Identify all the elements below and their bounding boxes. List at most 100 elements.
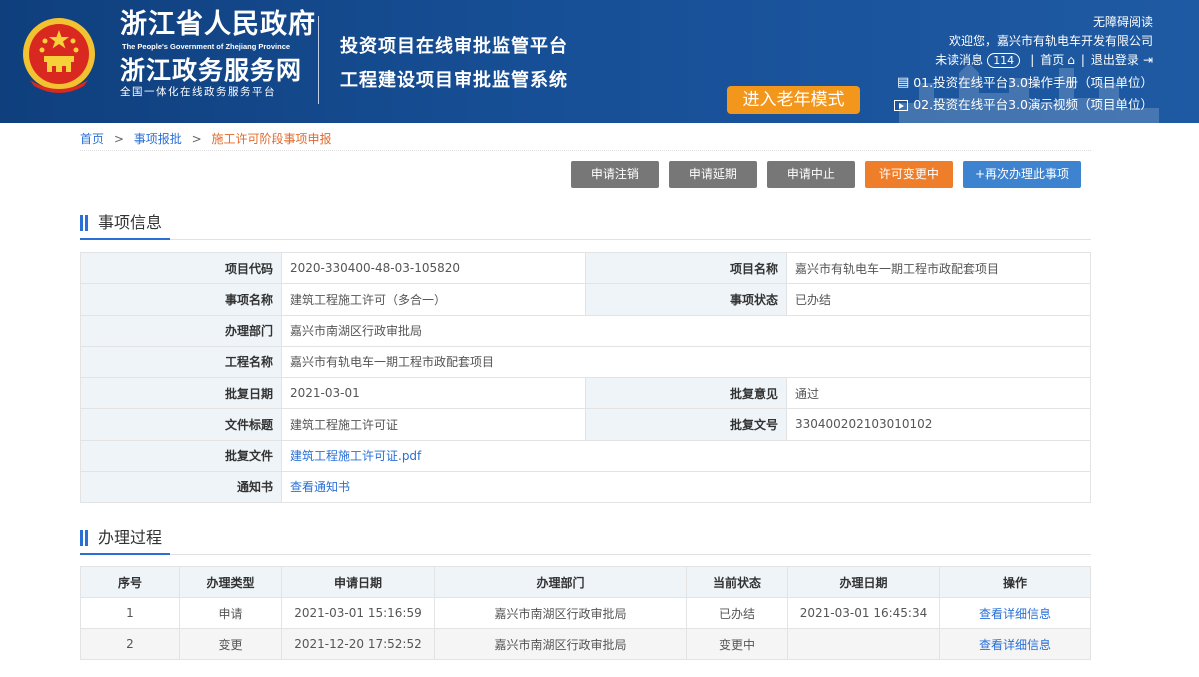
elder-mode-button[interactable]: 进入老年模式 [727, 86, 860, 114]
home-icon[interactable]: ⌂ [1067, 51, 1075, 70]
action-bar: 申请注销 申请延期 申请中止 许可变更中 +再次办理此事项 [570, 161, 1081, 188]
dept-label: 办理部门 [80, 314, 282, 347]
video-link-row[interactable]: 02.投资在线平台3.0演示视频（项目单位） [894, 94, 1153, 116]
accessibility-link[interactable]: 无障碍阅读 [1093, 13, 1153, 32]
col-header-apply-date: 申请日期 [281, 566, 435, 598]
document-icon: ▤ [896, 75, 910, 90]
doc-title-label: 文件标题 [80, 408, 282, 441]
apply-cancel-button[interactable]: 申请注销 [570, 161, 659, 188]
process-section-header: 办理过程 [80, 522, 1091, 555]
gov-title: 浙江省人民政府 [120, 9, 316, 40]
government-brand: 浙江省人民政府 The People's Government of Zheji… [120, 8, 316, 99]
col-header-type: 办理类型 [179, 566, 282, 598]
view-detail-link[interactable]: 查看详细信息 [979, 607, 1051, 621]
logout-link[interactable]: 退出登录 [1091, 51, 1139, 70]
info-row: 批复日期 2021-03-01 批复意见 通过 [80, 376, 1091, 410]
item-name-value: 建筑工程施工许可（多合一） [281, 283, 586, 316]
platform-title-line1: 投资项目在线审批监管平台 [340, 36, 568, 57]
info-row: 项目代码 2020-330400-48-03-105820 项目名称 嘉兴市有轨… [80, 251, 1091, 285]
separator: | [1080, 53, 1085, 67]
approve-file-label: 批复文件 [80, 439, 282, 472]
platform-title-line2: 工程建设项目审批监管系统 [340, 70, 568, 91]
doc-number-label: 批复文号 [585, 408, 787, 441]
cell-dept: 嘉兴市南湖区行政审批局 [434, 628, 687, 660]
home-link[interactable]: 首页 [1040, 51, 1064, 70]
cell-apply-date: 2021-03-01 15:16:59 [281, 597, 435, 629]
col-header-operation: 操作 [939, 566, 1091, 598]
unread-messages-link[interactable]: 未读消息 [935, 51, 983, 70]
manual-link[interactable]: 01.投资在线平台3.0操作手册（项目单位） [913, 72, 1153, 94]
approve-date-value: 2021-03-01 [281, 376, 586, 410]
national-emblem-icon [23, 18, 95, 93]
breadcrumb: 首页 > 事项报批 > 施工许可阶段事项申报 [80, 130, 331, 147]
approve-file-link[interactable]: 建筑工程施工许可证.pdf [290, 449, 421, 463]
breadcrumb-separator: > [113, 132, 124, 146]
welcome-text: 欢迎您，嘉兴市有轨电车开发有限公司 [948, 34, 1153, 48]
table-row: 2 变更 2021-12-20 17:52:52 嘉兴市南湖区行政审批局 变更中… [80, 628, 1091, 660]
info-row: 办理部门 嘉兴市南湖区行政审批局 [80, 314, 1091, 347]
project-code-label: 项目代码 [80, 251, 282, 285]
section-bar-icon [80, 214, 88, 231]
view-notice-link[interactable]: 查看通知书 [290, 480, 350, 494]
col-header-handle-date: 办理日期 [787, 566, 940, 598]
dept-value: 嘉兴市南湖区行政审批局 [281, 314, 1091, 347]
cell-index: 2 [80, 628, 180, 660]
info-row: 通知书 查看通知书 [80, 470, 1091, 504]
approve-date-label: 批复日期 [80, 376, 282, 410]
gov-title-en: The People's Government of Zhejiang Prov… [122, 42, 291, 51]
project-name-label: 项目名称 [585, 251, 787, 285]
doc-title-value: 建筑工程施工许可证 [281, 408, 586, 441]
manual-link-row[interactable]: ▤ 01.投资在线平台3.0操作手册（项目单位） [894, 72, 1153, 94]
info-section-title: 事项信息 [98, 212, 163, 232]
platform-title: 投资项目在线审批监管平台 工程建设项目审批监管系统 [340, 30, 568, 98]
permit-changing-button[interactable]: 许可变更中 [864, 161, 953, 188]
site-header: 浙江省人民政府 The People's Government of Zheji… [0, 0, 1199, 123]
breadcrumb-current: 施工许可阶段事项申报 [211, 132, 332, 146]
section-bar-icon [80, 529, 88, 546]
col-header-dept: 办理部门 [434, 566, 687, 598]
cell-type: 变更 [179, 628, 282, 660]
process-section-title: 办理过程 [98, 527, 163, 547]
info-section-header: 事项信息 [80, 207, 1091, 240]
unread-count-badge[interactable]: 114 [987, 53, 1021, 68]
item-status-value: 已办结 [786, 283, 1091, 316]
engineering-name-value: 嘉兴市有轨电车一期工程市政配套项目 [281, 345, 1091, 379]
cell-apply-date: 2021-12-20 17:52:52 [281, 628, 435, 660]
info-row: 工程名称 嘉兴市有轨电车一期工程市政配套项目 [80, 345, 1091, 379]
project-code-value: 2020-330400-48-03-105820 [281, 251, 586, 285]
redo-item-button[interactable]: +再次办理此事项 [962, 161, 1081, 188]
item-status-label: 事项状态 [585, 283, 787, 316]
service-subtitle: 全国一体化在线政务服务平台 [120, 86, 276, 98]
col-header-status: 当前状态 [686, 566, 788, 598]
cell-type: 申请 [179, 597, 282, 629]
info-row: 事项名称 建筑工程施工许可（多合一） 事项状态 已办结 [80, 283, 1091, 316]
approve-opinion-label: 批复意见 [585, 376, 787, 410]
breadcrumb-divider [80, 150, 1091, 151]
view-detail-link[interactable]: 查看详细信息 [979, 638, 1051, 652]
process-table: 序号 办理类型 申请日期 办理部门 当前状态 办理日期 操作 1 申请 2021… [80, 566, 1091, 660]
process-header-row: 序号 办理类型 申请日期 办理部门 当前状态 办理日期 操作 [80, 566, 1091, 598]
breadcrumb-home[interactable]: 首页 [80, 132, 104, 146]
user-panel: 无障碍阅读 欢迎您，嘉兴市有轨电车开发有限公司 未读消息 114 | 首页 ⌂ … [894, 13, 1153, 116]
cell-handle-date: 2021-03-01 16:45:34 [787, 597, 940, 629]
cell-handle-date [787, 628, 940, 660]
header-divider [318, 16, 319, 104]
video-link[interactable]: 02.投资在线平台3.0演示视频（项目单位） [913, 94, 1153, 116]
separator: | [1030, 53, 1035, 67]
cell-dept: 嘉兴市南湖区行政审批局 [434, 597, 687, 629]
item-info-table: 项目代码 2020-330400-48-03-105820 项目名称 嘉兴市有轨… [80, 251, 1091, 504]
logout-icon[interactable]: ⇥ [1143, 51, 1153, 70]
table-row: 1 申请 2021-03-01 15:16:59 嘉兴市南湖区行政审批局 已办结… [80, 597, 1091, 629]
breadcrumb-item-approval[interactable]: 事项报批 [134, 132, 182, 146]
item-name-label: 事项名称 [80, 283, 282, 316]
service-title: 浙江政务服务网 [120, 56, 303, 85]
cell-status: 已办结 [686, 597, 788, 629]
notice-label: 通知书 [80, 470, 282, 504]
breadcrumb-separator: > [191, 132, 202, 146]
video-play-icon [894, 99, 909, 111]
info-row: 批复文件 建筑工程施工许可证.pdf [80, 439, 1091, 472]
doc-number-value: 330400202103010102 [786, 408, 1091, 441]
approve-opinion-value: 通过 [786, 376, 1091, 410]
apply-extend-button[interactable]: 申请延期 [668, 161, 757, 188]
apply-suspend-button[interactable]: 申请中止 [766, 161, 855, 188]
